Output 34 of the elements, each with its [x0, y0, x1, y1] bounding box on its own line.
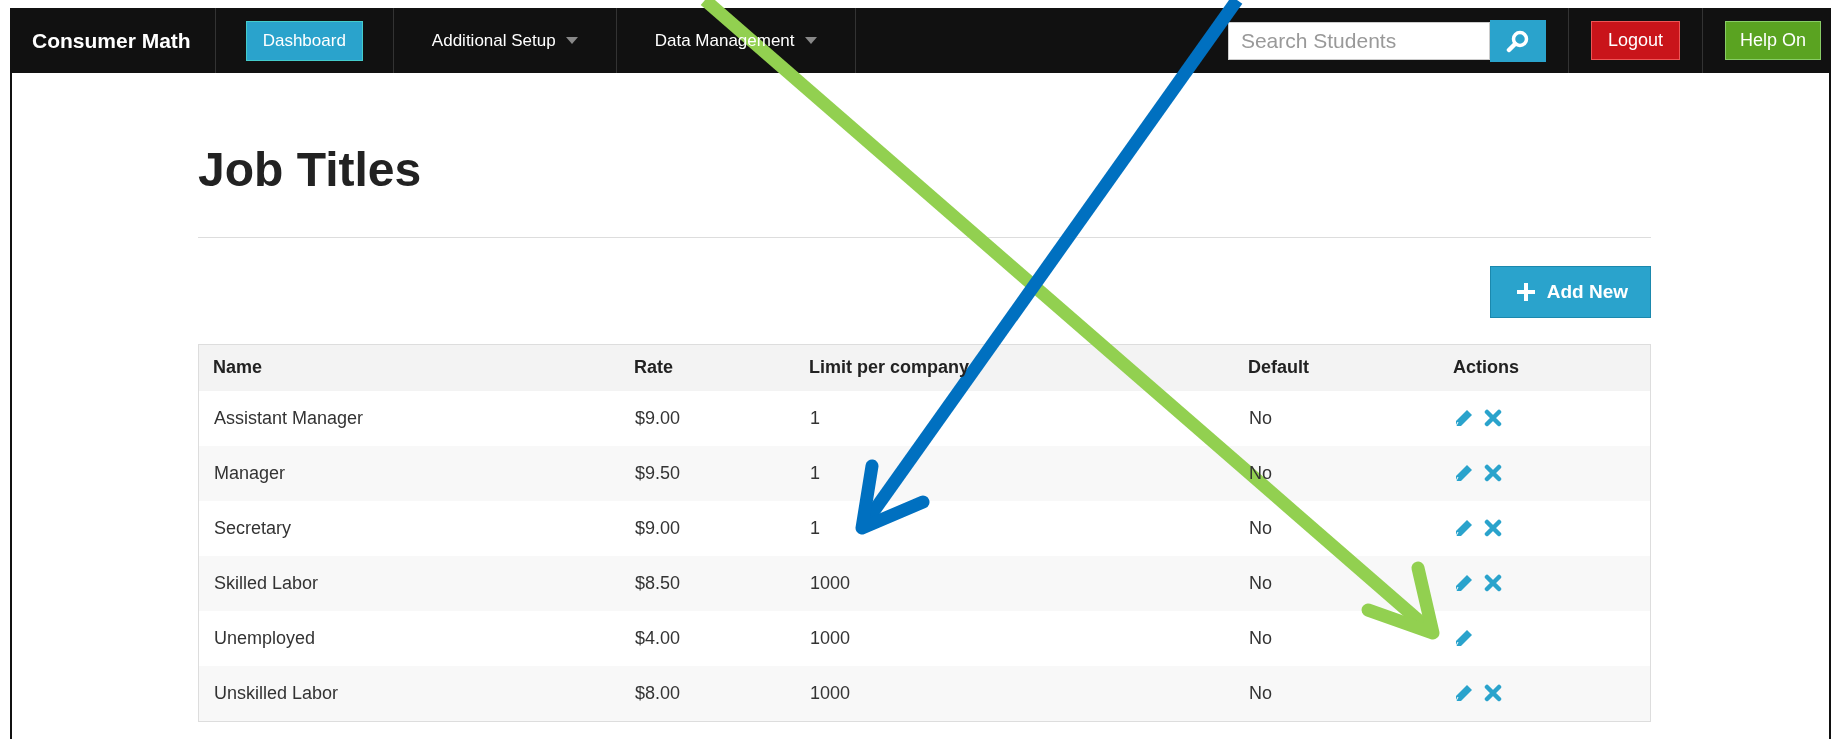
table-cell: No: [1234, 500, 1439, 556]
table-cell: Unemployed: [198, 610, 620, 666]
table-cell: No: [1234, 390, 1439, 446]
table-cell: $9.00: [620, 390, 795, 446]
table-cell: 1: [795, 500, 1234, 556]
table-cell: Skilled Labor: [198, 555, 620, 611]
table-cell: $9.50: [620, 445, 795, 501]
column-header: Name: [198, 344, 620, 391]
search-field[interactable]: Search Students: [1227, 21, 1490, 60]
table-cell: Manager: [198, 445, 620, 501]
table-cell: No: [1234, 610, 1439, 666]
nav-menu[interactable]: Additional Setup: [423, 22, 586, 59]
table-cell: $8.00: [620, 665, 795, 722]
page-title: Job Titles: [198, 142, 423, 198]
table-cell: 1: [795, 390, 1234, 446]
table-cell: 1000: [795, 665, 1234, 722]
table-cell: $9.00: [620, 500, 795, 556]
app-title[interactable]: Consumer Math: [10, 8, 216, 73]
column-header: Actions: [1439, 344, 1651, 391]
table-cell: Unskilled Labor: [198, 665, 620, 722]
column-header: Rate: [620, 344, 795, 391]
table-cell: 1: [795, 445, 1234, 501]
table-cell: Assistant Manager: [198, 390, 620, 446]
table-cell: No: [1234, 555, 1439, 611]
table-cell: 1000: [795, 555, 1234, 611]
table-cell: 1000: [795, 610, 1234, 666]
column-header: Limit per company: [795, 344, 1234, 391]
table-cell: No: [1234, 665, 1439, 722]
help-button[interactable]: Help On: [1724, 21, 1821, 60]
logout-button[interactable]: Logout: [1590, 21, 1680, 60]
table-cell: Secretary: [198, 500, 620, 556]
table-cell: $8.50: [620, 555, 795, 611]
table-cell: $4.00: [620, 610, 795, 666]
column-header: Default: [1234, 344, 1439, 391]
